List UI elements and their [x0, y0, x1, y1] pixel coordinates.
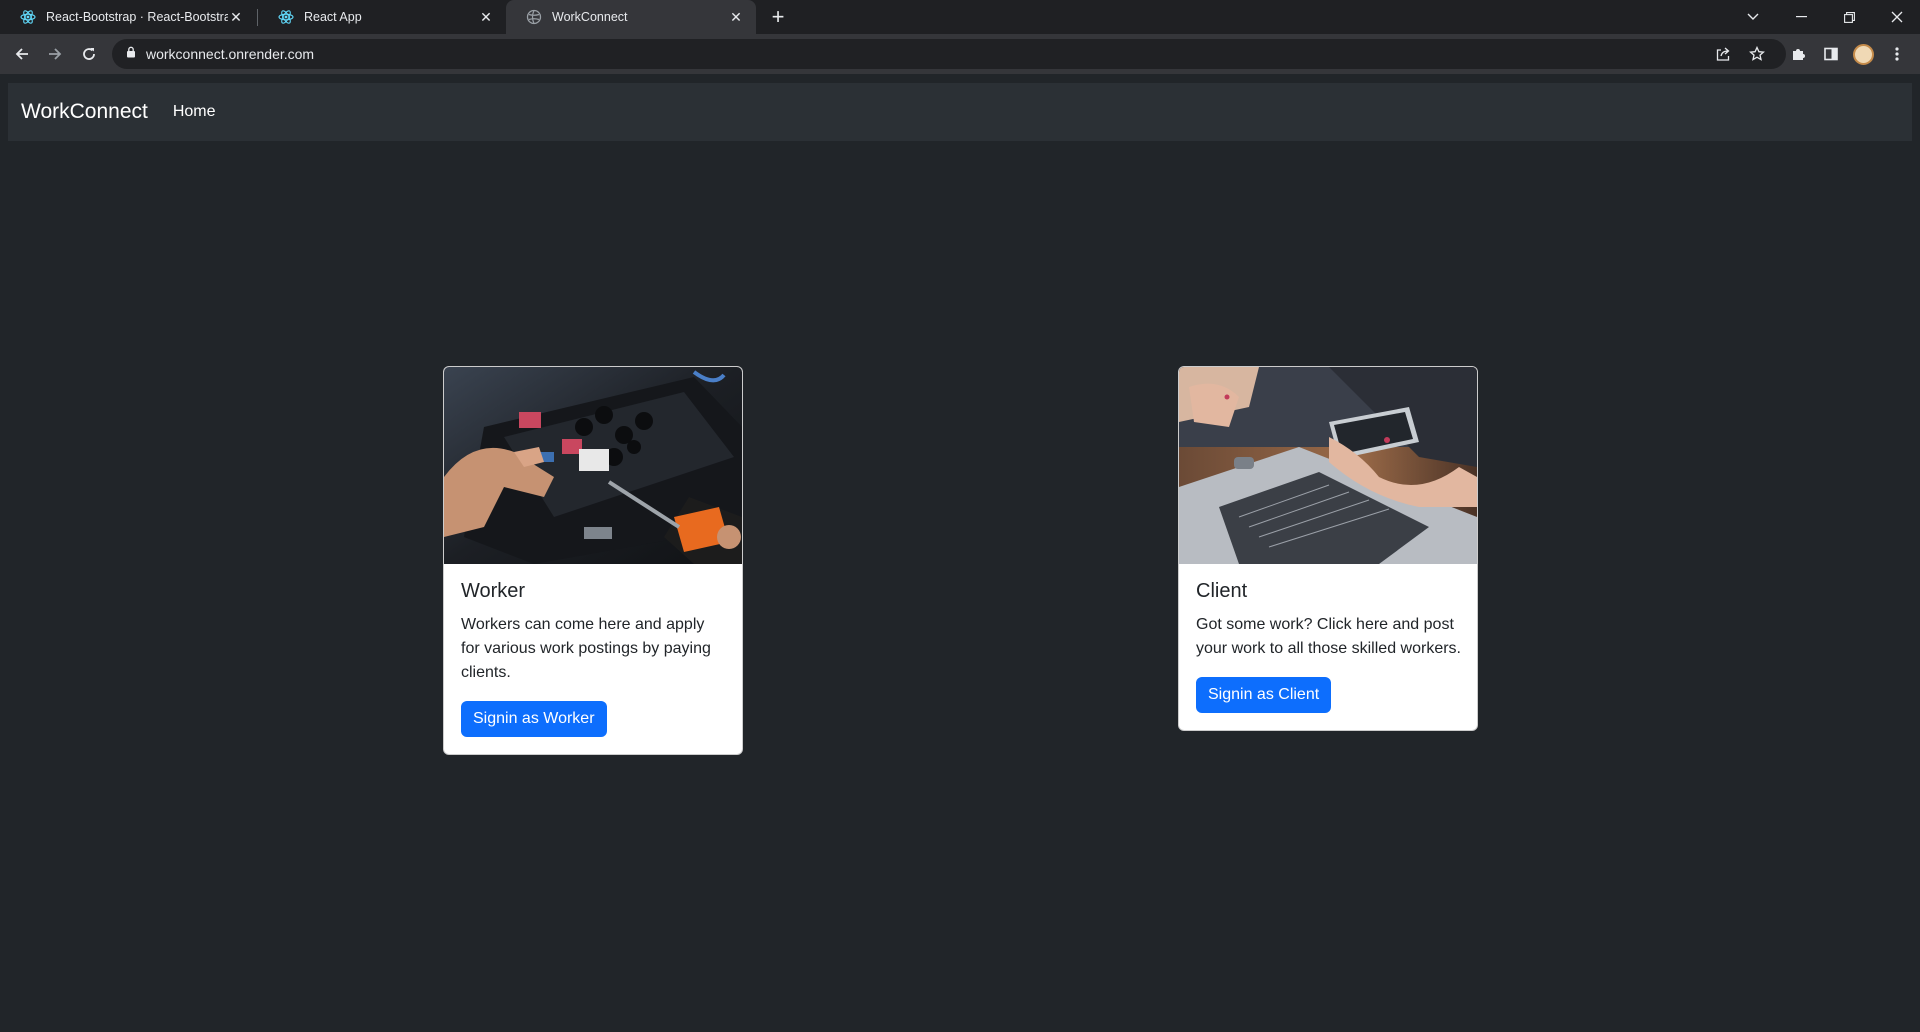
client-card-title: Client	[1196, 580, 1248, 602]
close-icon[interactable]: ✕	[478, 9, 494, 25]
tab-react-bootstrap[interactable]: React-Bootstrap · React-Bootstrap ✕	[0, 0, 256, 34]
close-icon[interactable]: ✕	[228, 9, 244, 25]
client-card-text: Got some work? Click here and post your …	[1196, 616, 1461, 657]
worker-card-text: Workers can come here and apply for vari…	[461, 616, 711, 681]
back-arrow-icon[interactable]	[8, 40, 36, 68]
tab-title: WorkConnect	[552, 10, 628, 24]
browser-tabstrip: React-Bootstrap · React-Bootstrap ✕ Reac…	[0, 0, 1920, 34]
tab-react-app[interactable]: React App ✕	[258, 0, 506, 34]
client-card-body: Client Got some work? Click here and pos…	[1179, 564, 1477, 730]
lock-icon	[126, 45, 136, 63]
tab-workconnect[interactable]: WorkConnect ✕	[506, 0, 756, 34]
restore-button[interactable]	[1826, 0, 1872, 34]
share-icon[interactable]	[1711, 42, 1735, 66]
bookmark-star-icon[interactable]	[1745, 42, 1769, 66]
url-text: workconnect.onrender.com	[146, 46, 315, 62]
close-icon[interactable]: ✕	[728, 9, 744, 25]
browser-toolbar: workconnect.onrender.com	[0, 34, 1920, 74]
worker-card: Worker Workers can come here and apply f…	[443, 366, 743, 755]
minimize-button[interactable]	[1778, 0, 1824, 34]
react-bootstrap-icon	[20, 9, 36, 25]
worker-card-title: Worker	[461, 580, 526, 602]
page-content: WorkConnect Home Worker Workers can come…	[0, 74, 1920, 1032]
reload-icon[interactable]	[75, 40, 103, 68]
tab-search-icon[interactable]	[1730, 0, 1776, 34]
address-bar[interactable]: workconnect.onrender.com	[112, 39, 1786, 69]
client-card: Client Got some work? Click here and pos…	[1178, 366, 1478, 731]
tab-title: React-Bootstrap · React-Bootstrap	[46, 10, 228, 24]
side-panel-icon[interactable]	[1819, 42, 1843, 66]
new-tab-button[interactable]: +	[765, 5, 791, 31]
react-icon	[278, 9, 294, 25]
extensions-icon[interactable]	[1786, 42, 1810, 66]
close-window-button[interactable]	[1874, 0, 1920, 34]
nav-link-home[interactable]: Home	[173, 103, 216, 121]
globe-icon	[526, 9, 542, 25]
worker-card-body: Worker Workers can come here and apply f…	[444, 564, 742, 754]
top-navbar: WorkConnect Home	[8, 83, 1912, 141]
client-card-image	[1179, 367, 1477, 564]
brand-link[interactable]: WorkConnect	[21, 100, 148, 124]
forward-arrow-icon[interactable]	[41, 40, 69, 68]
menu-kebab-icon[interactable]	[1885, 42, 1909, 66]
signin-worker-button[interactable]: Signin as Worker	[461, 701, 607, 737]
worker-card-image	[444, 367, 742, 564]
profile-avatar[interactable]	[1853, 44, 1874, 65]
tab-title: React App	[304, 10, 362, 24]
signin-client-button[interactable]: Signin as Client	[1196, 677, 1332, 713]
